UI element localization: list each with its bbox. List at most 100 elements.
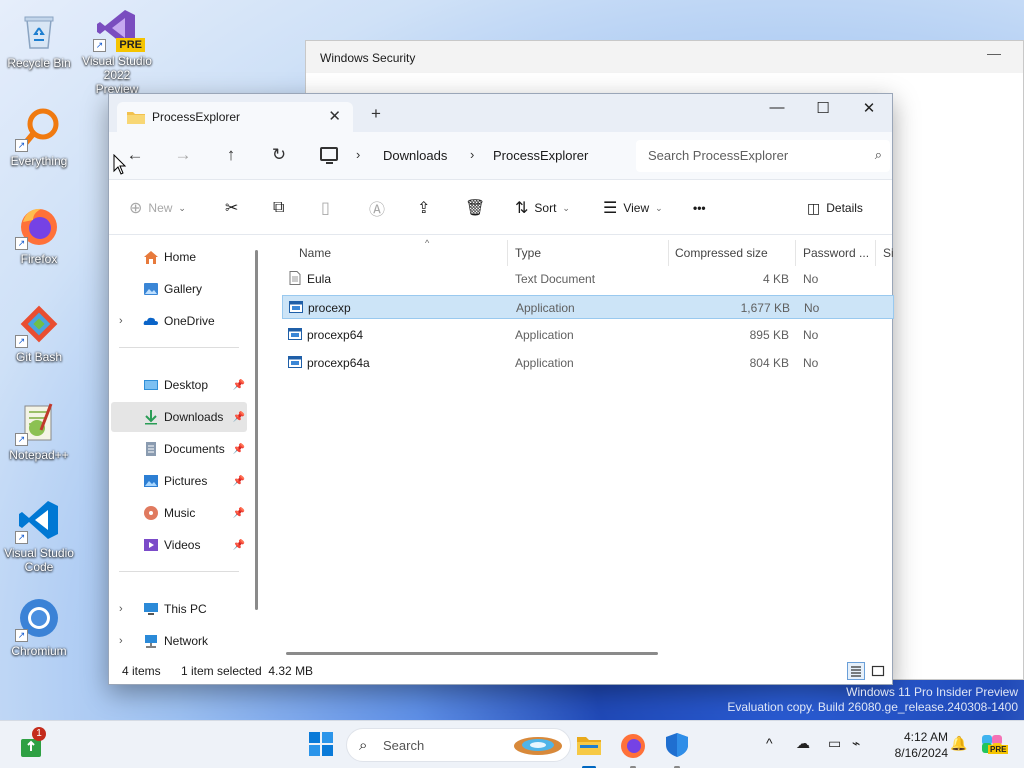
nav-item-downloads[interactable]: Downloads 📌	[111, 402, 247, 432]
file-list[interactable]: Name ^ Type Compressed size Password ...…	[264, 236, 895, 659]
up-arrow-icon[interactable]: ↑	[219, 145, 243, 165]
file-password: No	[804, 301, 820, 315]
table-row[interactable]: Eula Text Document 4 KB No	[282, 267, 894, 291]
shortcut-arrow-icon: ↗	[15, 433, 28, 446]
table-row-selected[interactable]: procexp Application 1,677 KB No	[282, 295, 894, 319]
nav-item-desktop[interactable]: Desktop 📌	[111, 370, 247, 400]
copy-button[interactable]: ⧉	[273, 197, 284, 219]
column-header-password[interactable]: Password ...	[797, 240, 876, 266]
file-name: Eula	[307, 272, 332, 286]
file-size: 895 KB	[749, 328, 789, 342]
desktop-icon-recycle-bin[interactable]: Recycle Bin	[4, 8, 74, 70]
view-button-label: View	[623, 201, 650, 215]
desktop-icon-git-bash[interactable]: ↗ Git Bash	[4, 302, 74, 364]
system-clock[interactable]: 4:12 AM 8/16/2024	[878, 729, 948, 761]
start-button[interactable]	[308, 731, 336, 759]
onedrive-offline-icon[interactable]: ☁	[796, 735, 810, 752]
navigation-pane[interactable]: Home Gallery › OneDrive Desktop 📌 Downlo…	[109, 236, 264, 659]
display-icon[interactable]: ▭	[828, 735, 841, 752]
breadcrumb-downloads[interactable]: Downloads	[383, 148, 447, 163]
taskbar-search-box[interactable]: ⌕	[346, 728, 571, 762]
store-app-button[interactable]: 1	[18, 727, 46, 759]
windows-security-taskbar-button[interactable]	[663, 731, 691, 759]
breadcrumb[interactable]: › Downloads › ProcessExplorer	[314, 140, 629, 172]
desktop-icon-everything[interactable]: ↗ Everything	[4, 106, 74, 168]
refresh-icon[interactable]: ↻	[267, 145, 291, 165]
nav-item-home[interactable]: Home	[111, 242, 247, 272]
desktop-icon-notepad-plus-plus[interactable]: ↗ Notepad++	[4, 400, 74, 462]
firefox-taskbar-button[interactable]	[619, 731, 647, 759]
nav-item-videos[interactable]: Videos 📌	[111, 530, 247, 560]
chevron-right-icon[interactable]: ›	[119, 315, 123, 327]
column-header-type[interactable]: Type	[509, 240, 669, 266]
search-box[interactable]: ⌕	[636, 140, 890, 172]
details-pane-button[interactable]: ◫ Details	[807, 197, 863, 219]
paste-button[interactable]: ▯	[321, 197, 330, 219]
delete-button[interactable]: 🗑	[465, 197, 485, 219]
status-bar: 4 items 1 item selected 4.32 MB	[109, 658, 892, 684]
home-icon	[143, 249, 159, 265]
table-row[interactable]: procexp64 Application 895 KB No	[282, 323, 894, 347]
nav-item-pictures[interactable]: Pictures 📌	[111, 466, 247, 496]
show-hidden-icons-chevron[interactable]: ^	[766, 735, 773, 751]
text-document-icon	[288, 271, 302, 285]
nav-item-this-pc[interactable]: › This PC	[111, 594, 247, 624]
computer-icon[interactable]	[320, 147, 338, 164]
notifications-bell-icon[interactable]: 🔔	[950, 735, 967, 752]
nav-item-gallery[interactable]: Gallery	[111, 274, 247, 304]
minimize-button[interactable]: —	[757, 99, 797, 116]
tab-process-explorer[interactable]: ProcessExplorer ✕	[117, 102, 353, 132]
search-input[interactable]	[648, 148, 858, 163]
pin-icon[interactable]: 📌	[233, 540, 245, 551]
close-window-button[interactable]: ✕	[849, 99, 889, 117]
sort-button-label: Sort	[534, 201, 557, 215]
copilot-button[interactable]: PRE	[980, 731, 1009, 759]
new-button[interactable]: ⊕ New ⌄	[129, 197, 186, 219]
share-icon: ⇪	[417, 200, 431, 217]
rename-button[interactable]: Ⓐ	[369, 197, 385, 219]
taskbar-search-input[interactable]	[383, 738, 493, 753]
copy-icon: ⧉	[273, 199, 285, 216]
more-options-button[interactable]: •••	[693, 197, 706, 219]
column-header-size[interactable]: Si	[877, 240, 895, 266]
minimize-button[interactable]: —	[987, 45, 1001, 61]
pin-icon[interactable]: 📌	[233, 508, 245, 519]
breadcrumb-chevron-icon[interactable]: ›	[470, 147, 474, 162]
desktop-icon-firefox[interactable]: ↗ Firefox	[4, 204, 74, 266]
chevron-right-icon[interactable]: ›	[119, 603, 123, 615]
cut-button[interactable]: ✂	[225, 197, 238, 219]
close-tab-icon[interactable]: ✕	[328, 107, 341, 125]
breadcrumb-processexplorer[interactable]: ProcessExplorer	[493, 148, 588, 163]
breadcrumb-chevron-icon[interactable]: ›	[356, 147, 360, 162]
sort-button[interactable]: ⇅ Sort ⌄	[515, 197, 570, 219]
desktop-icon-vscode[interactable]: ↗ Visual Studio Code	[4, 498, 74, 574]
file-type: Application	[515, 328, 574, 342]
pin-icon[interactable]: 📌	[233, 380, 245, 391]
pin-icon[interactable]: 📌	[233, 476, 245, 487]
file-password: No	[803, 356, 819, 370]
view-button[interactable]: ☰ View ⌄	[603, 197, 663, 219]
horizontal-scrollbar[interactable]	[286, 652, 658, 655]
share-button[interactable]: ⇪	[417, 197, 430, 219]
nav-scrollbar[interactable]	[255, 250, 258, 610]
tiles-view-button[interactable]	[869, 662, 887, 680]
desktop-icon-chromium[interactable]: ↗ Chromium	[4, 596, 74, 658]
column-header-compressed-size[interactable]: Compressed size	[669, 240, 796, 266]
nav-item-network[interactable]: › Network	[111, 626, 247, 656]
nav-item-documents[interactable]: Documents 📌	[111, 434, 247, 464]
new-tab-button[interactable]: +	[371, 104, 381, 124]
nav-item-music[interactable]: Music 📌	[111, 498, 247, 528]
forward-arrow-icon[interactable]: →	[171, 145, 195, 165]
network-status-icon[interactable]: ⌁	[852, 735, 860, 752]
nav-item-onedrive[interactable]: › OneDrive	[111, 306, 247, 336]
pin-icon[interactable]: 📌	[233, 444, 245, 455]
file-explorer-taskbar-button[interactable]	[575, 731, 603, 759]
pin-icon[interactable]: 📌	[233, 412, 245, 423]
maximize-button[interactable]: ☐	[803, 99, 843, 117]
table-row[interactable]: procexp64a Application 804 KB No	[282, 351, 894, 375]
file-explorer-window[interactable]: ProcessExplorer ✕ + — ☐ ✕ ← → ↑ ↻ › Down…	[108, 93, 895, 685]
chevron-right-icon[interactable]: ›	[119, 635, 123, 647]
details-view-button[interactable]	[847, 662, 865, 680]
column-header-name[interactable]: Name ^	[293, 238, 508, 266]
desktop-icon-visual-studio[interactable]: PRE ↗ Visual Studio 2022 Preview	[82, 6, 152, 96]
